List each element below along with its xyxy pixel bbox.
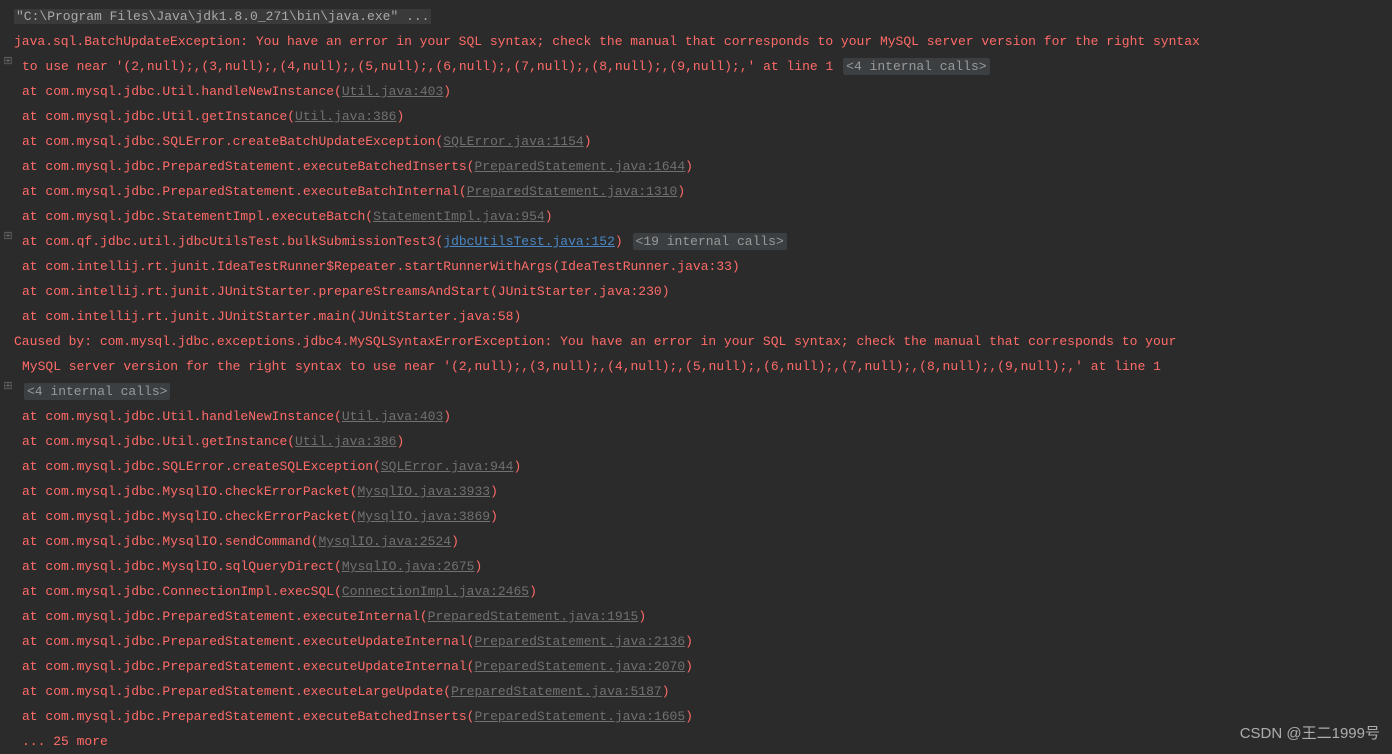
stack-trace-line: at com.mysql.jdbc.PreparedStatement.exec… [14, 704, 1392, 729]
expand-icon[interactable]: ⊞ [0, 50, 16, 75]
stack-trace-line: at com.mysql.jdbc.PreparedStatement.exec… [14, 654, 1392, 679]
fold-line: <4 internal calls> [14, 379, 1392, 404]
source-link[interactable]: Util.java:403 [342, 409, 443, 424]
source-link[interactable]: PreparedStatement.java:1310 [467, 184, 678, 199]
stack-trace-line: at com.mysql.jdbc.PreparedStatement.exec… [14, 154, 1392, 179]
stack-trace-line: at com.mysql.jdbc.ConnectionImpl.execSQL… [14, 579, 1392, 604]
stack-trace-line: at com.mysql.jdbc.PreparedStatement.exec… [14, 679, 1392, 704]
stack-trace-line: at com.qf.jdbc.util.jdbcUtilsTest.bulkSu… [14, 229, 1392, 254]
stack-trace-line: at com.mysql.jdbc.SQLError.createBatchUp… [14, 129, 1392, 154]
source-link[interactable]: MysqlIO.java:2524 [318, 534, 451, 549]
console-output: ⊞ ⊞ ⊞ "C:\Program Files\Java\jdk1.8.0_27… [0, 0, 1392, 754]
source-link[interactable]: Util.java:386 [295, 434, 396, 449]
stack-trace-line: at com.mysql.jdbc.Util.handleNewInstance… [14, 79, 1392, 104]
watermark: CSDN @王二1999号 [1240, 721, 1380, 746]
exception-line: MySQL server version for the right synta… [14, 354, 1392, 379]
stack-trace-line: at com.mysql.jdbc.MysqlIO.checkErrorPack… [14, 504, 1392, 529]
stack-trace-line: at com.mysql.jdbc.Util.getInstance(Util.… [14, 429, 1392, 454]
source-link[interactable]: SQLError.java:944 [381, 459, 514, 474]
stack-trace-line: at com.intellij.rt.junit.JUnitStarter.pr… [14, 279, 1392, 304]
source-link[interactable]: PreparedStatement.java:1605 [474, 709, 685, 724]
caused-by-header: Caused by: com.mysql.jdbc.exceptions.jdb… [14, 329, 1392, 354]
source-link[interactable]: ConnectionImpl.java:2465 [342, 584, 529, 599]
source-link[interactable]: StatementImpl.java:954 [373, 209, 545, 224]
stack-trace-line: at com.intellij.rt.junit.IdeaTestRunner$… [14, 254, 1392, 279]
stack-trace-line: at com.mysql.jdbc.StatementImpl.executeB… [14, 204, 1392, 229]
source-link[interactable]: MysqlIO.java:3933 [357, 484, 490, 499]
command-line: "C:\Program Files\Java\jdk1.8.0_271\bin\… [14, 4, 1392, 29]
exception-header: java.sql.BatchUpdateException: You have … [14, 29, 1392, 54]
source-link[interactable]: PreparedStatement.java:5187 [451, 684, 662, 699]
source-link[interactable]: PreparedStatement.java:1644 [474, 159, 685, 174]
stack-trace-line: at com.mysql.jdbc.MysqlIO.sqlQueryDirect… [14, 554, 1392, 579]
stack-trace-line: at com.mysql.jdbc.SQLError.createSQLExce… [14, 454, 1392, 479]
source-link[interactable]: PreparedStatement.java:1915 [428, 609, 639, 624]
expand-icon[interactable]: ⊞ [0, 225, 16, 250]
stack-trace-line: at com.mysql.jdbc.Util.handleNewInstance… [14, 404, 1392, 429]
source-link[interactable]: PreparedStatement.java:2136 [474, 634, 685, 649]
fold-internal-calls[interactable]: <19 internal calls> [633, 233, 787, 250]
stack-trace-line: at com.mysql.jdbc.MysqlIO.sendCommand(My… [14, 529, 1392, 554]
stack-trace-line: at com.mysql.jdbc.MysqlIO.checkErrorPack… [14, 479, 1392, 504]
exception-line: to use near '(2,null);,(3,null);,(4,null… [14, 54, 1392, 79]
fold-internal-calls[interactable]: <4 internal calls> [843, 58, 989, 75]
expand-icon[interactable]: ⊞ [0, 375, 16, 400]
stack-trace-line: at com.mysql.jdbc.PreparedStatement.exec… [14, 179, 1392, 204]
source-link[interactable]: jdbcUtilsTest.java:152 [443, 234, 615, 249]
stack-trace-line: at com.mysql.jdbc.Util.getInstance(Util.… [14, 104, 1392, 129]
stack-trace-line: at com.mysql.jdbc.PreparedStatement.exec… [14, 604, 1392, 629]
source-link[interactable]: SQLError.java:1154 [443, 134, 583, 149]
source-link[interactable]: Util.java:386 [295, 109, 396, 124]
fold-internal-calls[interactable]: <4 internal calls> [24, 383, 170, 400]
stack-trace-line: at com.mysql.jdbc.PreparedStatement.exec… [14, 629, 1392, 654]
source-link[interactable]: MysqlIO.java:3869 [357, 509, 490, 524]
stack-trace-line: at com.intellij.rt.junit.JUnitStarter.ma… [14, 304, 1392, 329]
source-link[interactable]: MysqlIO.java:2675 [342, 559, 475, 574]
fold-gutter: ⊞ ⊞ ⊞ [0, 0, 16, 400]
source-link[interactable]: PreparedStatement.java:2070 [474, 659, 685, 674]
source-link[interactable]: Util.java:403 [342, 84, 443, 99]
more-frames: ... 25 more [14, 729, 1392, 754]
